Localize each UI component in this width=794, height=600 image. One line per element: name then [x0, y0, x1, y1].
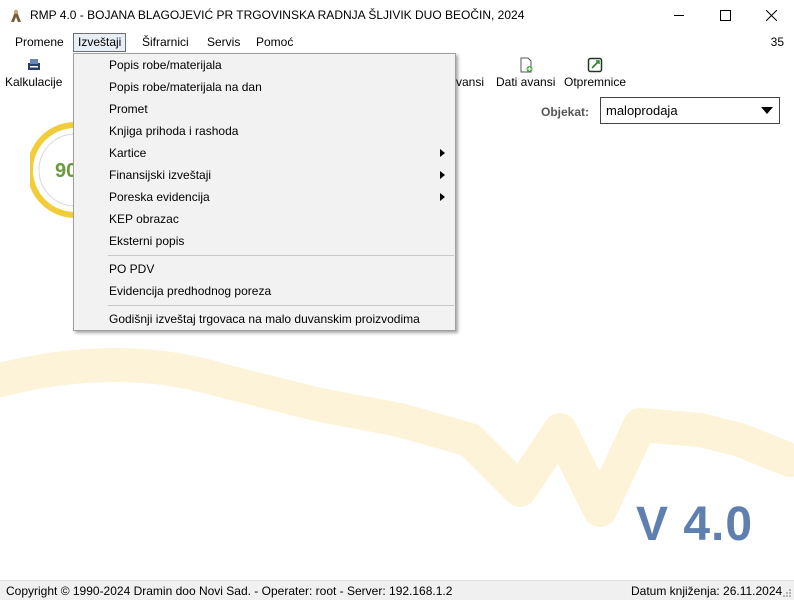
submenu-arrow-icon — [440, 193, 445, 201]
avansi-label: vansi — [456, 75, 485, 89]
menu-right-number: 35 — [770, 35, 784, 49]
otpremnice-label: Otpremnice — [564, 75, 627, 89]
status-date: Datum knjiženja: 26.11.2024 — [631, 584, 783, 598]
menu-item-evidencija-predhodnog-poreza[interactable]: Evidencija predhodnog poreza — [109, 281, 271, 301]
resize-grip-icon[interactable] — [782, 588, 792, 598]
menu-item-poreska-evidencija[interactable]: Poreska evidencija — [109, 187, 210, 207]
menu-item-kartice[interactable]: Kartice — [109, 143, 146, 163]
status-bar: Copyright © 1990-2024 Dramin doo Novi Sa… — [0, 580, 794, 600]
menu-sifrarnici[interactable]: Šifrarnici — [138, 34, 193, 51]
otpremnice-icon — [587, 57, 603, 73]
menu-separator — [108, 255, 454, 256]
app-icon — [11, 9, 21, 22]
objekat-select[interactable]: maloprodaja — [600, 97, 780, 124]
otpremnice-button[interactable]: Otpremnice — [564, 57, 626, 89]
menu-item-kep-obrazac[interactable]: KEP obrazac — [109, 209, 179, 229]
kalkulacije-icon — [27, 59, 40, 70]
minimize-icon — [673, 15, 684, 16]
maximize-icon — [719, 10, 731, 21]
menu-separator — [108, 305, 454, 306]
kalkulacije-label: Kalkulacije — [5, 75, 63, 89]
close-button[interactable] — [748, 0, 794, 31]
document-add-icon — [520, 57, 533, 73]
dati-avansi-label: Dati avansi — [496, 75, 556, 89]
menu-item-godisnji-izvestaj[interactable]: Godišnji izveštaj trgovaca na malo duvan… — [109, 309, 420, 329]
objekat-label: Objekat: — [541, 105, 590, 119]
objekat-value: maloprodaja — [606, 103, 678, 118]
submenu-arrow-icon — [440, 149, 445, 157]
menu-izvestaji[interactable]: Izveštaji — [73, 33, 127, 52]
close-icon — [765, 10, 777, 21]
title-bar: RMP 4.0 - BOJANA BLAGOJEVIĆ PR TRGOVINSK… — [0, 0, 794, 31]
menu-item-promet[interactable]: Promet — [109, 99, 148, 119]
maximize-button[interactable] — [702, 0, 748, 31]
menu-promene[interactable]: Promene — [11, 34, 68, 51]
chevron-down-icon — [761, 107, 773, 114]
dati-avansi-button[interactable]: Dati avansi — [496, 57, 555, 89]
kalkulacije-button[interactable]: Kalkulacije — [5, 57, 62, 89]
avansi-button-partial[interactable]: vansi — [456, 75, 484, 89]
menu-item-finansijski-izvestaji[interactable]: Finansijski izveštaji — [109, 165, 211, 185]
submenu-arrow-icon — [440, 171, 445, 179]
menu-item-popis-robe-na-dan[interactable]: Popis robe/materijala na dan — [109, 77, 262, 97]
status-copyright: Copyright © 1990-2024 Dramin doo Novi Sa… — [6, 584, 453, 598]
izvestaji-dropdown: Popis robe/materijala Popis robe/materij… — [73, 53, 456, 331]
menu-item-popis-robe[interactable]: Popis robe/materijala — [109, 55, 222, 75]
menu-pomoc[interactable]: Pomoć — [252, 34, 297, 51]
window-title: RMP 4.0 - BOJANA BLAGOJEVIĆ PR TRGOVINSK… — [30, 8, 525, 22]
menu-servis[interactable]: Servis — [203, 34, 244, 51]
menu-item-eksterni-popis[interactable]: Eksterni popis — [109, 231, 184, 251]
menu-bar: Promene Izveštaji Šifrarnici Servis Pomo… — [0, 31, 794, 53]
menu-item-knjiga-prihoda[interactable]: Knjiga prihoda i rashoda — [109, 121, 238, 141]
menu-item-po-pdv[interactable]: PO PDV — [109, 259, 154, 279]
version-label: V 4.0 — [636, 498, 754, 551]
minimize-button[interactable] — [656, 0, 702, 31]
